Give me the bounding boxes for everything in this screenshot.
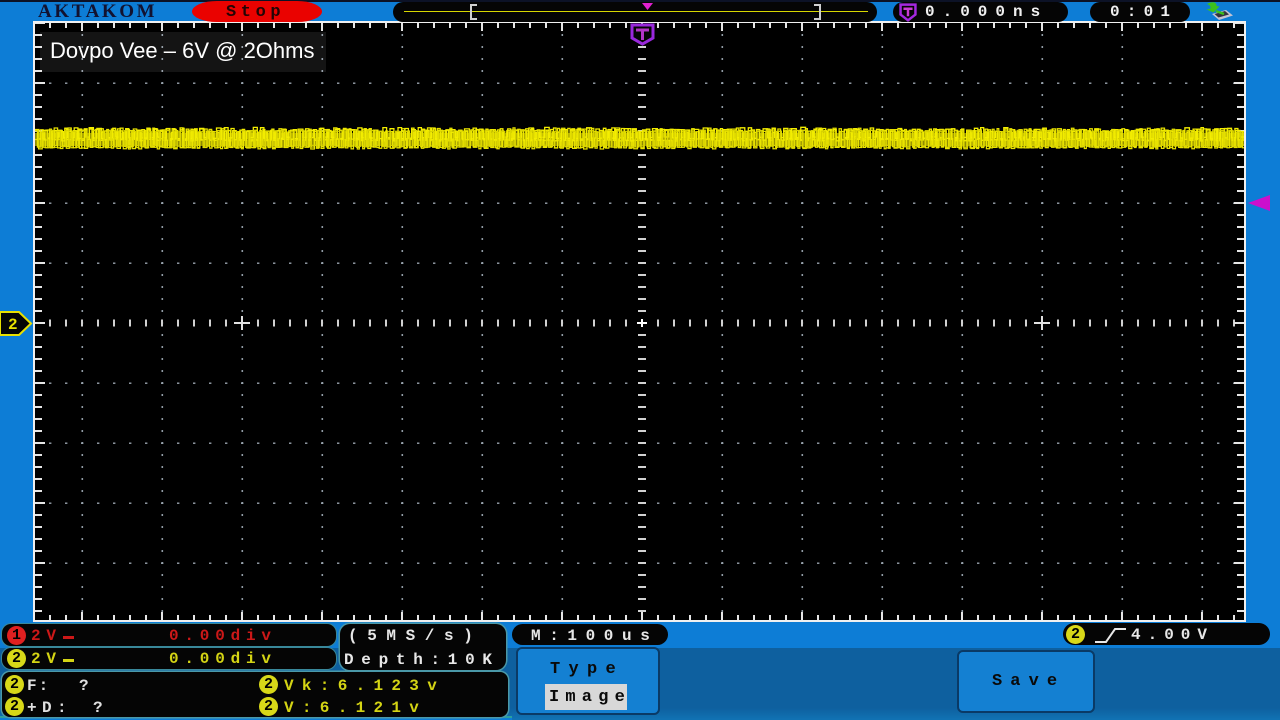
svg-text:2: 2 xyxy=(8,316,18,334)
